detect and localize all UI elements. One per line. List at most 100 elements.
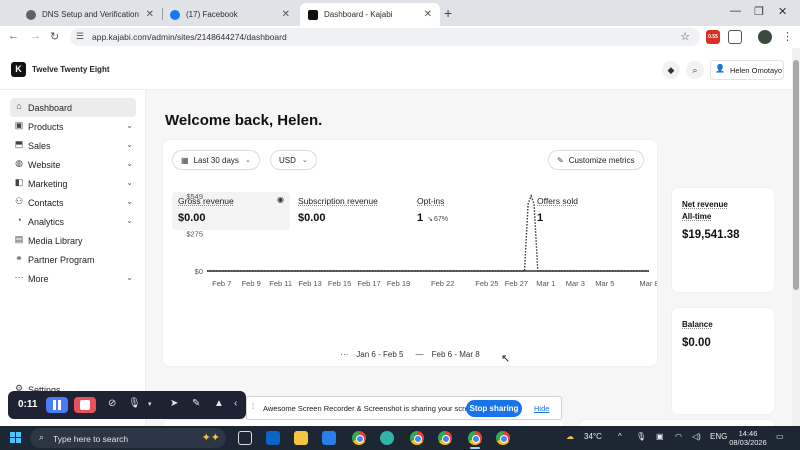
- stop-recording-button[interactable]: [74, 397, 96, 413]
- close-icon[interactable]: ✕: [424, 9, 432, 20]
- highlighter-icon[interactable]: ▲: [214, 398, 224, 409]
- chrome-icon[interactable]: [438, 431, 452, 445]
- sidebar-item-website[interactable]: ◍ Website ⌄: [10, 155, 136, 174]
- chrome-icon[interactable]: [468, 431, 482, 445]
- sidebar-item-products[interactable]: ▣ Products ⌄: [10, 117, 136, 136]
- taskbar-clock[interactable]: 14:46 08/03/2026: [728, 429, 768, 447]
- outlook-icon[interactable]: [266, 431, 280, 445]
- chrome-icon[interactable]: [410, 431, 424, 445]
- address-bar[interactable]: ☰ app.kajabi.com/admin/sites/2148644274/…: [70, 28, 700, 46]
- edge-icon[interactable]: [380, 431, 394, 445]
- tab-title: (17) Facebook: [186, 10, 238, 19]
- chevron-up-icon[interactable]: ^: [618, 432, 622, 441]
- extensions-puzzle-icon[interactable]: [728, 30, 742, 44]
- close-icon[interactable]: ✕: [146, 9, 154, 20]
- side-card-sublabel: All-time: [682, 212, 712, 221]
- active-app-indicator: [470, 447, 480, 449]
- back-icon[interactable]: ←: [8, 30, 19, 42]
- temperature[interactable]: 34°C: [584, 432, 602, 441]
- bookmark-star-icon[interactable]: ☆: [680, 30, 690, 43]
- volume-icon[interactable]: ◁): [692, 432, 701, 441]
- file-explorer-icon[interactable]: [294, 431, 308, 445]
- chevron-down-icon: ⌄: [126, 159, 133, 168]
- weather-icon[interactable]: ☁: [566, 432, 574, 441]
- close-icon[interactable]: ✕: [282, 9, 290, 20]
- chrome-icon[interactable]: [496, 431, 510, 445]
- tab-dns-setup[interactable]: DNS Setup and Verification ✕: [18, 3, 162, 26]
- reload-icon[interactable]: ↻: [50, 30, 59, 43]
- camera-tray-icon[interactable]: ▣: [656, 432, 664, 441]
- site-logo-icon[interactable]: K: [11, 62, 26, 77]
- restore-icon[interactable]: ❐: [754, 5, 764, 18]
- x-tick-label: Feb 7: [212, 279, 231, 288]
- search-icon[interactable]: ⌕: [686, 61, 704, 79]
- balance-label: Balance: [682, 319, 713, 331]
- share-message: Awesome Screen Recorder & Screenshot is …: [263, 404, 480, 413]
- hide-link[interactable]: Hide: [534, 404, 549, 413]
- wifi-icon[interactable]: ◠: [675, 432, 682, 441]
- page-title: Welcome back, Helen.: [165, 112, 323, 129]
- legend-solid-swatch: —: [415, 350, 424, 359]
- kajabi-diamond-icon[interactable]: ◆: [662, 61, 680, 79]
- sidebar-item-partner-program[interactable]: ⚭ Partner Program: [10, 250, 136, 269]
- extension-recorder-icon[interactable]: 0.55: [706, 30, 720, 44]
- y-tick-label: $549: [186, 192, 203, 201]
- sidebar-item-label: Sales: [28, 141, 51, 151]
- legend-dotted-swatch: ···: [340, 350, 349, 359]
- notifications-icon[interactable]: ▭: [776, 432, 784, 441]
- language-indicator[interactable]: ENG: [710, 432, 727, 441]
- taskbar-search[interactable]: ⌕ Type here to search ✦✦: [30, 428, 226, 448]
- sidebar-item-more[interactable]: ⋯ More ⌄: [10, 269, 136, 288]
- x-tick-label: Feb 11: [269, 279, 292, 288]
- sidebar-item-marketing[interactable]: ◧ Marketing ⌄: [10, 174, 136, 193]
- sidebar-item-label: Website: [28, 160, 61, 170]
- profile-avatar-icon[interactable]: [758, 30, 772, 44]
- site-name[interactable]: Twelve Twenty Eight: [32, 65, 110, 74]
- drag-handle-icon[interactable]: ⁞: [252, 402, 254, 411]
- search-highlight-icon: ✦✦: [201, 432, 220, 444]
- sidebar-item-label: Products: [28, 122, 64, 132]
- chevron-down-icon[interactable]: ▾: [148, 400, 152, 408]
- task-view-icon[interactable]: [238, 431, 252, 445]
- windows-start-icon[interactable]: [10, 432, 21, 443]
- x-tick-label: Feb 9: [242, 279, 261, 288]
- tag-icon: ⬒: [14, 139, 24, 149]
- sidebar-item-analytics[interactable]: ◔ Analytics ⌄: [10, 212, 136, 231]
- user-icon: 👤: [715, 64, 725, 73]
- page-scrollbar[interactable]: [792, 48, 800, 426]
- screen-share-notification: ⁞ Awesome Screen Recorder & Screenshot i…: [246, 396, 562, 420]
- microphone-tray-icon[interactable]: 🎙: [636, 432, 646, 441]
- collapse-icon[interactable]: ‹: [234, 398, 237, 409]
- pause-button[interactable]: [46, 397, 68, 413]
- side-card-label: Net revenue: [682, 200, 728, 209]
- windows-taskbar: ⌕ Type here to search ✦✦ ☁ 34°C ^ 🎙 ▣ ◠ …: [0, 426, 800, 450]
- metrics-card: ▦ Last 30 days ⌄ USD ⌄ ✎ Customize metri…: [163, 140, 657, 366]
- browser-menu-icon[interactable]: ⋮: [782, 30, 793, 43]
- forward-icon[interactable]: →: [30, 30, 41, 42]
- window-close-icon[interactable]: ✕: [778, 5, 787, 18]
- pointer-icon[interactable]: ➤: [170, 398, 178, 409]
- x-tick-label: Mar 3: [566, 279, 585, 288]
- x-tick-label: Feb 13: [298, 279, 321, 288]
- camera-off-icon[interactable]: ⊘: [108, 398, 116, 409]
- tab-facebook[interactable]: (17) Facebook ✕: [162, 3, 298, 26]
- people-icon: ⚇: [14, 196, 24, 206]
- user-menu-button[interactable]: 👤 Helen Omotayo: [710, 60, 784, 80]
- new-tab-icon[interactable]: +: [444, 5, 452, 21]
- pen-icon[interactable]: ✎: [192, 398, 200, 409]
- sidebar-item-media-library[interactable]: ▤ Media Library: [10, 231, 136, 250]
- tab-kajabi-dashboard[interactable]: Dashboard - Kajabi ✕: [300, 3, 440, 26]
- sidebar-item-contacts[interactable]: ⚇ Contacts ⌄: [10, 193, 136, 212]
- sidebar-item-sales[interactable]: ⬒ Sales ⌄: [10, 136, 136, 155]
- x-tick-label: Mar 5: [595, 279, 614, 288]
- sidebar-item-dashboard[interactable]: ⌂ Dashboard: [10, 98, 136, 117]
- store-icon[interactable]: [322, 431, 336, 445]
- recorder-toolbar: 0:11 ⊘ 🎙 ▾ ➤ ✎ ▲ ‹: [8, 391, 246, 419]
- microphone-icon[interactable]: 🎙: [128, 398, 141, 409]
- scrollbar-thumb[interactable]: [793, 60, 799, 290]
- chrome-icon[interactable]: [352, 431, 366, 445]
- stop-sharing-button[interactable]: Stop sharing: [466, 400, 522, 417]
- minimize-icon[interactable]: —: [730, 5, 741, 17]
- y-tick-label: $275: [186, 230, 203, 239]
- site-info-icon[interactable]: ☰: [76, 31, 84, 42]
